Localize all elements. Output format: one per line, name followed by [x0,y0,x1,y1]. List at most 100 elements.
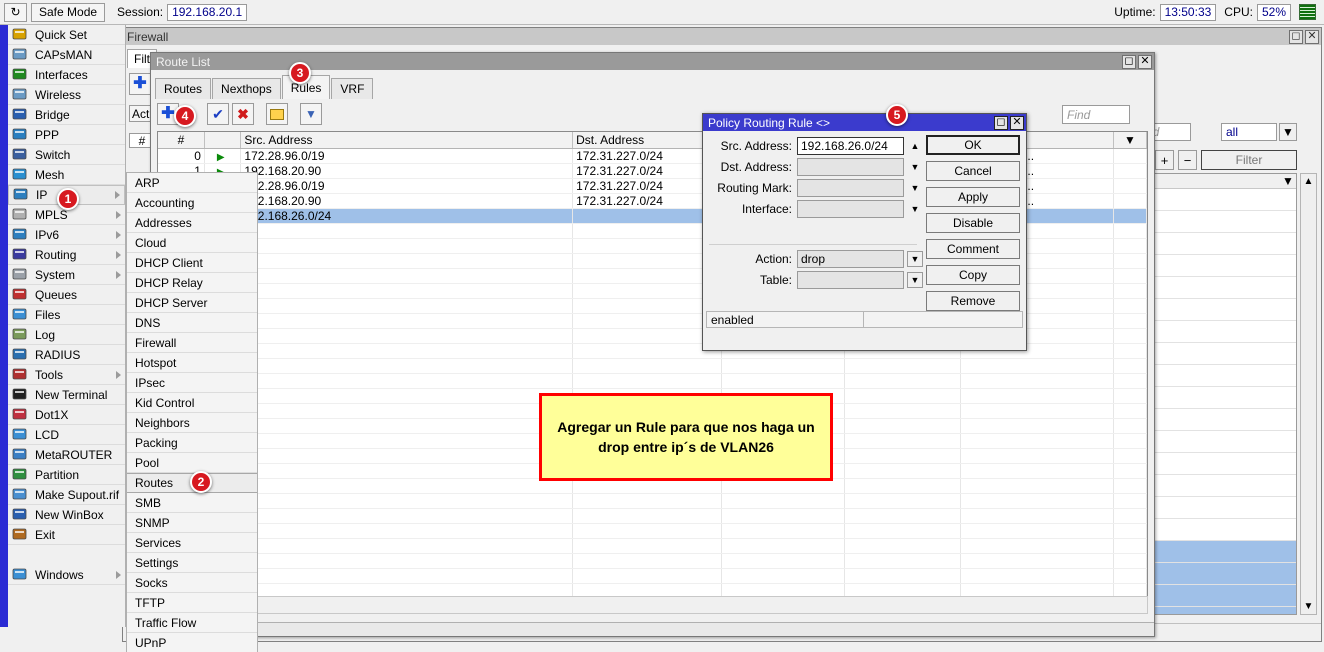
sidebar-item-queues[interactable]: Queues [8,285,125,305]
sidebar-item-ppp[interactable]: PPP [8,125,125,145]
firewall-titlebar[interactable]: Firewall ◻ ✕ [123,28,1321,45]
filter-button[interactable]: ▼ [300,103,322,125]
sidebar-item-new-winbox[interactable]: New WinBox [8,505,125,525]
sidebar-item-tools[interactable]: Tools [8,365,125,385]
enable-button[interactable]: ✔ [207,103,229,125]
sidebar-item-lcd[interactable]: LCD [8,425,125,445]
copy-button[interactable]: Copy [926,265,1020,285]
ip-menu-item-settings[interactable]: Settings [127,553,257,573]
ip-menu-item-kid-control[interactable]: Kid Control [127,393,257,413]
ip-menu-item-dns[interactable]: DNS [127,313,257,333]
route-list-find-input[interactable]: Find [1062,105,1130,124]
column-header-src-address[interactable]: Src. Address [241,132,573,148]
ip-menu-item-cloud[interactable]: Cloud [127,233,257,253]
remove-button[interactable]: Remove [926,291,1020,311]
chevron-down-icon[interactable]: ▼ [907,272,923,288]
field-input-routing-mark[interactable] [797,179,904,197]
chevron-down-icon[interactable]: ▼ [1280,174,1296,188]
firewall-filter-button[interactable]: Filter [1201,150,1297,170]
maximize-icon[interactable]: ◻ [1122,55,1136,69]
field-input-dst-address[interactable] [797,158,904,176]
session-value[interactable]: 192.168.20.1 [167,4,247,21]
sidebar-item-log[interactable]: Log [8,325,125,345]
sidebar-item-wireless[interactable]: Wireless [8,85,125,105]
firewall-add-button[interactable]: ✚ [129,73,151,95]
ip-menu-item-addresses[interactable]: Addresses [127,213,257,233]
sidebar-item-interfaces[interactable]: Interfaces [8,65,125,85]
close-icon[interactable]: ✕ [1305,30,1319,44]
sidebar-item-bridge[interactable]: Bridge [8,105,125,125]
ip-menu-item-dhcp-relay[interactable]: DHCP Relay [127,273,257,293]
chevron-down-icon[interactable]: ▼ [907,159,923,175]
chevron-down-icon[interactable]: ▼ [907,251,923,267]
ip-menu-item-smb[interactable]: SMB [127,493,257,513]
firewall-remove-filter-button[interactable]: − [1178,150,1197,170]
ok-button[interactable]: OK [926,135,1020,155]
ip-menu-item-accounting[interactable]: Accounting [127,193,257,213]
ip-menu-item-arp[interactable]: ARP [127,173,257,193]
sidebar-item-metarouter[interactable]: MetaROUTER [8,445,125,465]
chevron-down-icon[interactable]: ▼ [907,180,923,196]
ip-menu-item-hotspot[interactable]: Hotspot [127,353,257,373]
sidebar-item-radius[interactable]: RADIUS [8,345,125,365]
ip-menu-item-pool[interactable]: Pool [127,453,257,473]
field-input-action[interactable]: drop [797,250,904,268]
sidebar-item-windows[interactable]: Windows [8,565,125,585]
firewall-vertical-scrollbar[interactable]: ▲ ▼ [1300,173,1317,615]
ip-menu-item-neighbors[interactable]: Neighbors [127,413,257,433]
sidebar-item-quick-set[interactable]: Quick Set [8,25,125,45]
cancel-button[interactable]: Cancel [926,161,1020,181]
firewall-add-filter-button[interactable]: + [1155,150,1174,170]
disable-button[interactable]: ✖ [232,103,254,125]
ip-menu-item-dhcp-server[interactable]: DHCP Server [127,293,257,313]
chevron-down-icon[interactable]: ▼ [1279,123,1297,141]
tab-vrf[interactable]: VRF [331,78,373,99]
sidebar-item-new-terminal[interactable]: New Terminal [8,385,125,405]
field-input-table[interactable] [797,271,904,289]
ip-menu-item-snmp[interactable]: SNMP [127,513,257,533]
comment-button[interactable] [266,103,288,125]
sidebar-item-files[interactable]: Files [8,305,125,325]
field-input-interface[interactable] [797,200,904,218]
apply-button[interactable]: Apply [926,187,1020,207]
ip-menu-item-ipsec[interactable]: IPsec [127,373,257,393]
policy-rule-titlebar[interactable]: Policy Routing Rule <> ◻ ✕ [703,114,1026,131]
close-icon[interactable]: ✕ [1138,55,1152,69]
sidebar-item-ipv6[interactable]: IPv6 [8,225,125,245]
ip-menu-item-tftp[interactable]: TFTP [127,593,257,613]
sidebar-item-switch[interactable]: Switch [8,145,125,165]
ip-menu-item-traffic-flow[interactable]: Traffic Flow [127,613,257,633]
comment-button[interactable]: Comment [926,239,1020,259]
tab-routes[interactable]: Routes [155,78,211,99]
close-icon[interactable]: ✕ [1010,116,1024,130]
safe-mode-button[interactable]: Safe Mode [31,3,105,22]
column-header-flags[interactable] [204,132,240,148]
chevron-down-icon[interactable]: ▼ [907,201,923,217]
maximize-icon[interactable]: ◻ [1289,30,1303,44]
sidebar-item-system[interactable]: System [8,265,125,285]
maximize-icon[interactable]: ◻ [994,116,1008,130]
sidebar-item-dot1x[interactable]: Dot1X [8,405,125,425]
ip-menu-item-socks[interactable]: Socks [127,573,257,593]
scroll-up-icon[interactable]: ▲ [1301,174,1316,189]
ip-menu-item-services[interactable]: Services [127,533,257,553]
field-input-src-address[interactable]: 192.168.26.0/24 [797,137,904,155]
column-header--[interactable]: # [158,132,204,148]
sidebar-item-partition[interactable]: Partition [8,465,125,485]
sidebar-item-mesh[interactable]: Mesh [8,165,125,185]
ip-menu-item-upnp[interactable]: UPnP [127,633,257,652]
ip-menu-item-firewall[interactable]: Firewall [127,333,257,353]
tab-nexthops[interactable]: Nexthops [212,78,281,99]
disable-button[interactable]: Disable [926,213,1020,233]
ip-menu-item-dhcp-client[interactable]: DHCP Client [127,253,257,273]
refresh-icon[interactable]: ↻ [4,3,27,22]
chevron-down-icon[interactable]: ▼ [1113,132,1146,148]
ip-menu-item-packing[interactable]: Packing [127,433,257,453]
chevron-up-icon[interactable]: ▲ [907,138,923,154]
sidebar-item-make-supout-rif[interactable]: Make Supout.rif [8,485,125,505]
firewall-scope-select[interactable]: all [1221,123,1277,141]
sidebar-item-exit[interactable]: Exit [8,525,125,545]
sidebar-item-capsman[interactable]: CAPsMAN [8,45,125,65]
scroll-down-icon[interactable]: ▼ [1301,599,1316,614]
column-header-dst-address[interactable]: Dst. Address [573,132,722,148]
